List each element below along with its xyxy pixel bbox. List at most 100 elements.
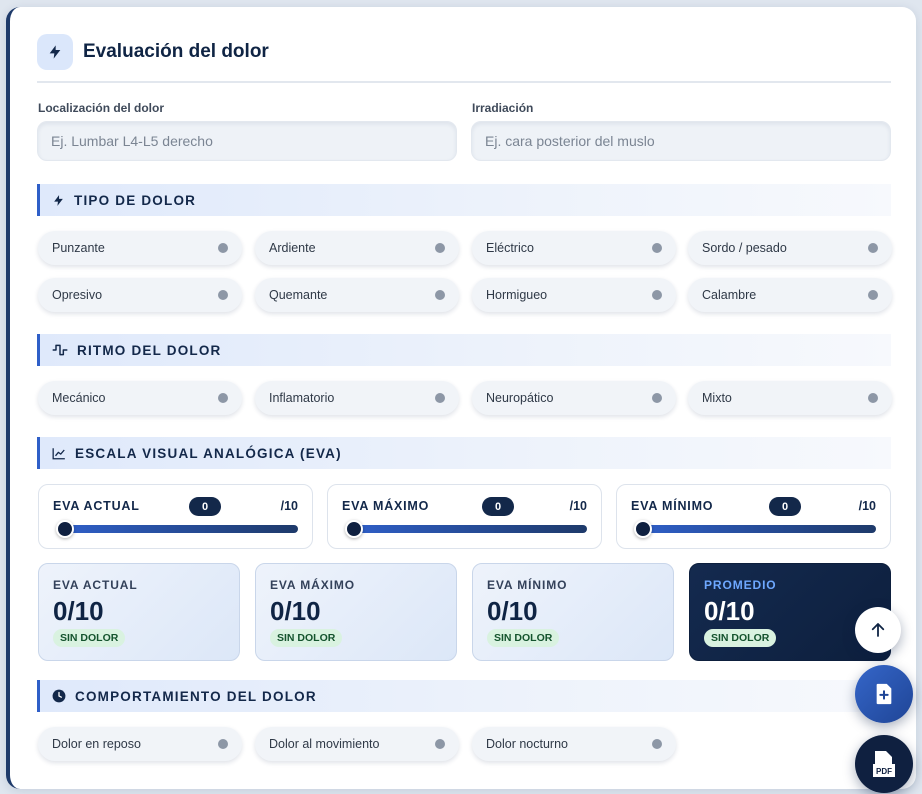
slider-max: /10 [569,499,587,513]
radio-dot [435,393,445,403]
arrow-up-icon [871,623,885,637]
stat-value: 0/10 [704,596,755,626]
radio-dot [652,739,662,749]
stat-eva-maximo: EVA MÁXIMO 0/10 SIN DOLOR [255,563,457,661]
stat-eva-minimo: EVA MÍNIMO 0/10 SIN DOLOR [472,563,674,661]
stat-title: EVA ACTUAL [53,578,138,592]
chip-neuropatico[interactable]: Neuropático [472,381,676,415]
radio-dot [652,393,662,403]
radio-dot [652,290,662,300]
chip-label: Punzante [52,241,105,255]
slider-thumb[interactable] [56,520,74,538]
slider-max: /10 [858,499,876,513]
stat-title: EVA MÁXIMO [270,578,356,592]
radio-dot [218,290,228,300]
stat-title: PROMEDIO [704,578,777,592]
bolt-icon [37,34,73,70]
status-badge: SIN DOLOR [704,629,777,647]
section-title: RITMO DEL DOLOR [77,342,222,358]
slider-value-badge: 0 [769,497,801,516]
slider-track[interactable] [63,525,298,533]
chip-label: Opresivo [52,288,103,302]
slider-track[interactable] [641,525,876,533]
location-input[interactable] [37,121,457,161]
chip-label: Quemante [269,288,328,302]
chip-label: Sordo / pesado [702,241,787,255]
chip-opresivo[interactable]: Opresivo [38,278,242,312]
chip-label: Mixto [702,391,732,405]
slider-thumb[interactable] [345,520,363,538]
chip-label: Dolor al movimiento [269,737,380,751]
chip-label: Dolor en reposo [52,737,141,751]
chip-hormigueo[interactable]: Hormigueo [472,278,676,312]
chip-mixto[interactable]: Mixto [688,381,892,415]
radio-dot [868,243,878,253]
chip-inflamatorio[interactable]: Inflamatorio [255,381,459,415]
radio-dot [435,243,445,253]
stat-value: 0/10 [487,596,538,626]
pdf-icon: PDF [873,751,895,777]
radio-dot [868,393,878,403]
radio-dot [218,739,228,749]
chip-label: Eléctrico [486,241,534,255]
chip-mecanico[interactable]: Mecánico [38,381,242,415]
slider-track[interactable] [352,525,587,533]
radio-dot [435,290,445,300]
chip-dolor-en-reposo[interactable]: Dolor en reposo [38,727,242,761]
clock-icon [52,689,66,703]
section-title: COMPORTAMIENTO DEL DOLOR [75,688,317,704]
status-badge: SIN DOLOR [270,629,343,647]
slider-max: /10 [280,499,298,513]
chip-dolor-al-movimiento[interactable]: Dolor al movimiento [255,727,459,761]
status-badge: SIN DOLOR [487,629,560,647]
eva-minimo-slider-card: EVA MÍNIMO 0 /10 [616,484,891,549]
stat-title: EVA MÍNIMO [487,578,568,592]
slider-value-badge: 0 [189,497,221,516]
stat-value: 0/10 [53,596,104,626]
radio-dot [218,393,228,403]
location-label: Localización del dolor [38,101,165,115]
slider-label: EVA MÍNIMO [631,499,714,513]
irradiation-input[interactable] [471,121,891,161]
card-header: Evaluación del dolor [37,34,269,70]
irradiation-label: Irradiación [472,101,534,115]
radio-dot [652,243,662,253]
chip-calambre[interactable]: Calambre [688,278,892,312]
page-title: Evaluación del dolor [83,41,269,62]
eva-actual-slider-card: EVA ACTUAL 0 /10 [38,484,313,549]
bolt-icon [54,194,63,206]
file-plus-icon [876,683,892,705]
section-title: ESCALA VISUAL ANALÓGICA (EVA) [75,445,342,461]
chip-punzante[interactable]: Punzante [38,231,242,265]
slider-thumb[interactable] [634,520,652,538]
slider-label: EVA MÁXIMO [342,499,430,513]
chip-label: Neuropático [486,391,554,405]
chip-electrico[interactable]: Eléctrico [472,231,676,265]
radio-dot [435,739,445,749]
chip-ardiente[interactable]: Ardiente [255,231,459,265]
section-title: TIPO DE DOLOR [74,192,197,208]
scroll-top-button[interactable] [855,607,901,653]
status-badge: SIN DOLOR [53,629,126,647]
section-eva: ESCALA VISUAL ANALÓGICA (EVA) [37,437,891,469]
chip-label: Calambre [702,288,757,302]
slider-value-badge: 0 [482,497,514,516]
eva-maximo-slider-card: EVA MÁXIMO 0 /10 [327,484,602,549]
chip-quemante[interactable]: Quemante [255,278,459,312]
chip-dolor-nocturno[interactable]: Dolor nocturno [472,727,676,761]
add-file-button[interactable] [855,665,913,723]
stat-value: 0/10 [270,596,321,626]
chip-label: Inflamatorio [269,391,335,405]
pain-evaluation-card: Evaluación del dolor Localización del do… [6,7,916,789]
chip-label: Hormigueo [486,288,548,302]
chip-sordo-pesado[interactable]: Sordo / pesado [688,231,892,265]
slider-label: EVA ACTUAL [53,499,140,513]
section-ritmo-del-dolor: RITMO DEL DOLOR [37,334,891,366]
chip-label: Ardiente [269,241,316,255]
export-pdf-button[interactable]: PDF [855,735,913,793]
stat-promedio: PROMEDIO 0/10 SIN DOLOR [689,563,891,661]
radio-dot [218,243,228,253]
radio-dot [868,290,878,300]
chip-label: Mecánico [52,391,106,405]
chip-label: Dolor nocturno [486,737,568,751]
